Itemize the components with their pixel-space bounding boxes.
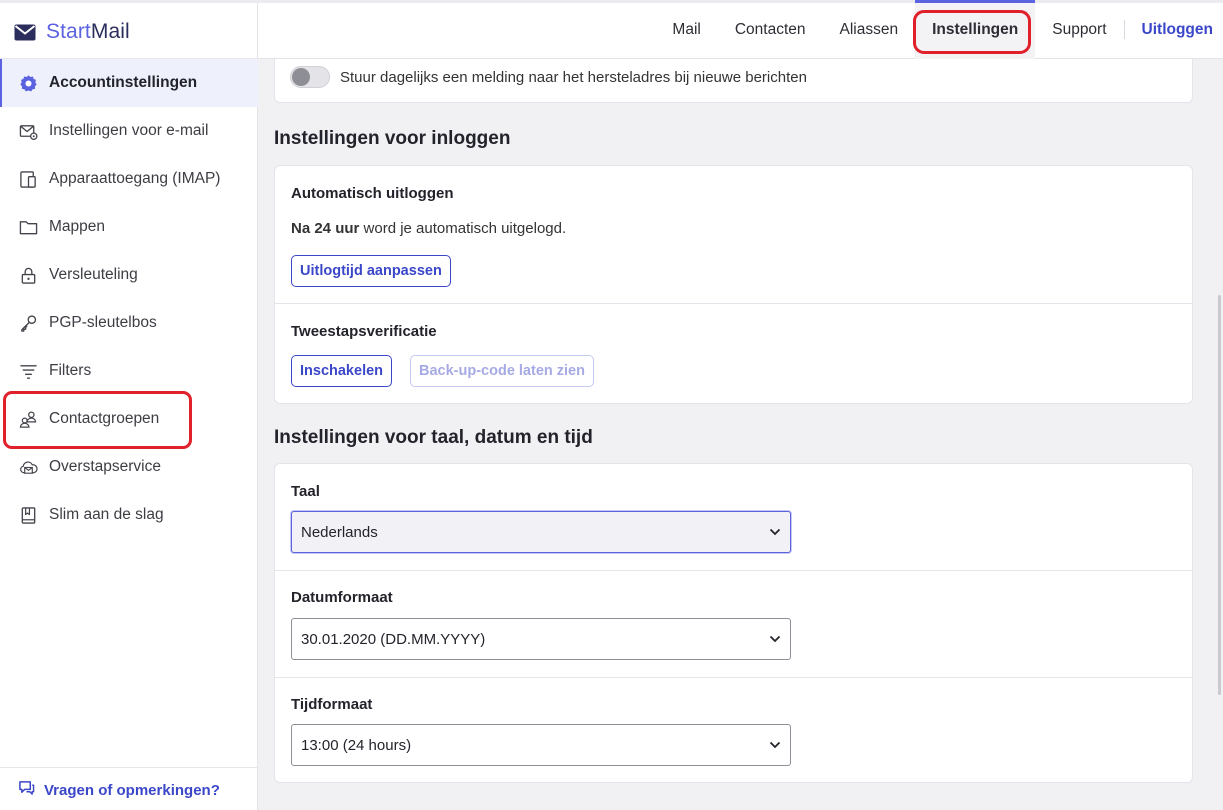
sidebar-item-label: Accountinstellingen (49, 74, 198, 91)
language-block: Taal Nederlands (275, 464, 1192, 570)
sidebar-item-label: PGP-sleutelbos (49, 314, 157, 331)
contact-group-icon (19, 410, 38, 429)
gear-icon (19, 74, 38, 93)
sidebar-item-label: Slim aan de slag (49, 506, 164, 523)
chevron-down-icon (769, 635, 781, 643)
sidebar-item-encryption[interactable]: Versleuteling (0, 251, 258, 299)
sidebar-item-account-settings[interactable]: Accountinstellingen (0, 59, 258, 107)
sidebar-item-contact-groups[interactable]: Contactgroepen (0, 395, 258, 443)
time-format-label: Tijdformaat (291, 696, 373, 713)
change-logout-time-button[interactable]: Uitlogtijd aanpassen (291, 255, 451, 287)
sidebar-item-label: Instellingen voor e-mail (49, 122, 209, 139)
app: StartMail Accountinstellingen Instelling… (0, 0, 1223, 810)
sidebar-item-email-settings[interactable]: Instellingen voor e-mail (0, 107, 258, 155)
show-backup-code-button[interactable]: Back-up-code laten zien (410, 355, 594, 387)
auto-logout-duration: Na 24 uur (291, 220, 360, 237)
brand-mail: Mail (90, 20, 130, 43)
folder-icon (19, 218, 38, 237)
date-format-block: Datumformaat 30.01.2020 (DD.MM.YYYY) (275, 571, 1192, 677)
feedback-label: Vragen of opmerkingen? (44, 781, 220, 799)
locale-settings-title: Instellingen voor taal, datum en tijd (274, 427, 593, 448)
auto-logout-description: word je automatisch uitgelogd. (359, 220, 567, 237)
sidebar-item-folders[interactable]: Mappen (0, 203, 258, 251)
login-settings-card: Automatisch uitloggen Na 24 uur word je … (274, 165, 1193, 404)
time-format-select-value: 13:00 (24 hours) (301, 736, 412, 754)
auto-logout-text: Na 24 uur word je automatisch uitgelogd. (291, 220, 566, 237)
settings-content: Stuur dagelijks een melding naar het her… (258, 59, 1223, 810)
chevron-down-icon (769, 528, 781, 536)
date-format-select[interactable]: 30.01.2020 (DD.MM.YYYY) (291, 618, 791, 660)
time-format-block: Tijdformaat 13:00 (24 hours) (275, 678, 1192, 784)
locale-settings-card: Taal Nederlands Datumformaat 30.01.2020 … (274, 463, 1193, 783)
top-header: Mail Contacten Aliassen Instellingen Sup… (258, 0, 1223, 59)
logout-link[interactable]: Uitloggen (1125, 0, 1223, 59)
date-format-select-value: 30.01.2020 (DD.MM.YYYY) (301, 630, 486, 648)
brand-logo[interactable]: StartMail (14, 19, 130, 45)
time-format-select[interactable]: 13:00 (24 hours) (291, 724, 791, 766)
auto-logout-block: Automatisch uitloggen Na 24 uur word je … (275, 166, 1192, 303)
cloud-transfer-icon (19, 458, 38, 477)
sidebar-nav: Accountinstellingen Instellingen voor e-… (0, 59, 258, 539)
auto-logout-title: Automatisch uitloggen (291, 185, 454, 202)
sidebar-item-label: Contactgroepen (49, 410, 160, 427)
brand-start: Start (46, 20, 91, 43)
content-scrollbar[interactable] (1218, 295, 1221, 695)
language-select-value: Nederlands (301, 523, 378, 541)
two-factor-title: Tweestapsverificatie (291, 323, 437, 340)
date-format-label: Datumformaat (291, 589, 393, 606)
sidebar-item-label: Mappen (49, 218, 106, 235)
mail-settings-icon (19, 122, 38, 141)
envelope-logo-icon (14, 24, 36, 41)
device-icon (19, 170, 38, 189)
sidebar-topline (0, 0, 258, 3)
book-icon (19, 506, 38, 525)
sidebar-item-label: Apparaattoegang (IMAP) (49, 170, 221, 187)
language-label: Taal (291, 483, 320, 500)
chat-bubble-icon (18, 780, 35, 800)
lock-icon (19, 266, 38, 285)
sidebar-item-pgp-keyring[interactable]: PGP-sleutelbos (0, 299, 258, 347)
brand-name: StartMail (46, 20, 130, 44)
sidebar-item-transfer-service[interactable]: Overstapservice (0, 443, 258, 491)
sidebar-item-getting-started[interactable]: Slim aan de slag (0, 491, 258, 539)
topnav-aliases[interactable]: Aliassen (823, 0, 916, 59)
topnav-mail[interactable]: Mail (655, 0, 717, 59)
chevron-down-icon (769, 741, 781, 749)
topnav-support[interactable]: Support (1035, 0, 1123, 59)
topnav-contacts[interactable]: Contacten (718, 0, 823, 59)
language-select[interactable]: Nederlands (291, 511, 791, 553)
sidebar-item-filters[interactable]: Filters (0, 347, 258, 395)
notification-toggle-label: Stuur dagelijks een melding naar het her… (340, 68, 807, 86)
sidebar-item-device-access[interactable]: Apparaattoegang (IMAP) (0, 155, 258, 203)
top-nav: Mail Contacten Aliassen Instellingen Sup… (655, 0, 1223, 59)
topnav-settings[interactable]: Instellingen (915, 0, 1036, 59)
notification-card: Stuur dagelijks een melding naar het her… (274, 59, 1193, 103)
feedback-divider (0, 767, 258, 768)
key-icon (19, 314, 38, 333)
sidebar: StartMail Accountinstellingen Instelling… (0, 0, 258, 810)
two-factor-block: Tweestapsverificatie Inschakelen Back-up… (275, 304, 1192, 405)
notification-toggle-row: Stuur dagelijks een melding naar het her… (290, 66, 807, 88)
filter-icon (19, 362, 38, 381)
sidebar-item-label: Filters (49, 362, 92, 379)
feedback-link[interactable]: Vragen of opmerkingen? (18, 780, 220, 800)
sidebar-item-label: Versleuteling (49, 266, 138, 283)
enable-two-factor-button[interactable]: Inschakelen (291, 355, 393, 387)
toggle-knob (292, 68, 310, 86)
notification-toggle[interactable] (290, 66, 330, 88)
login-settings-title: Instellingen voor inloggen (274, 128, 511, 149)
sidebar-item-label: Overstapservice (49, 458, 161, 475)
